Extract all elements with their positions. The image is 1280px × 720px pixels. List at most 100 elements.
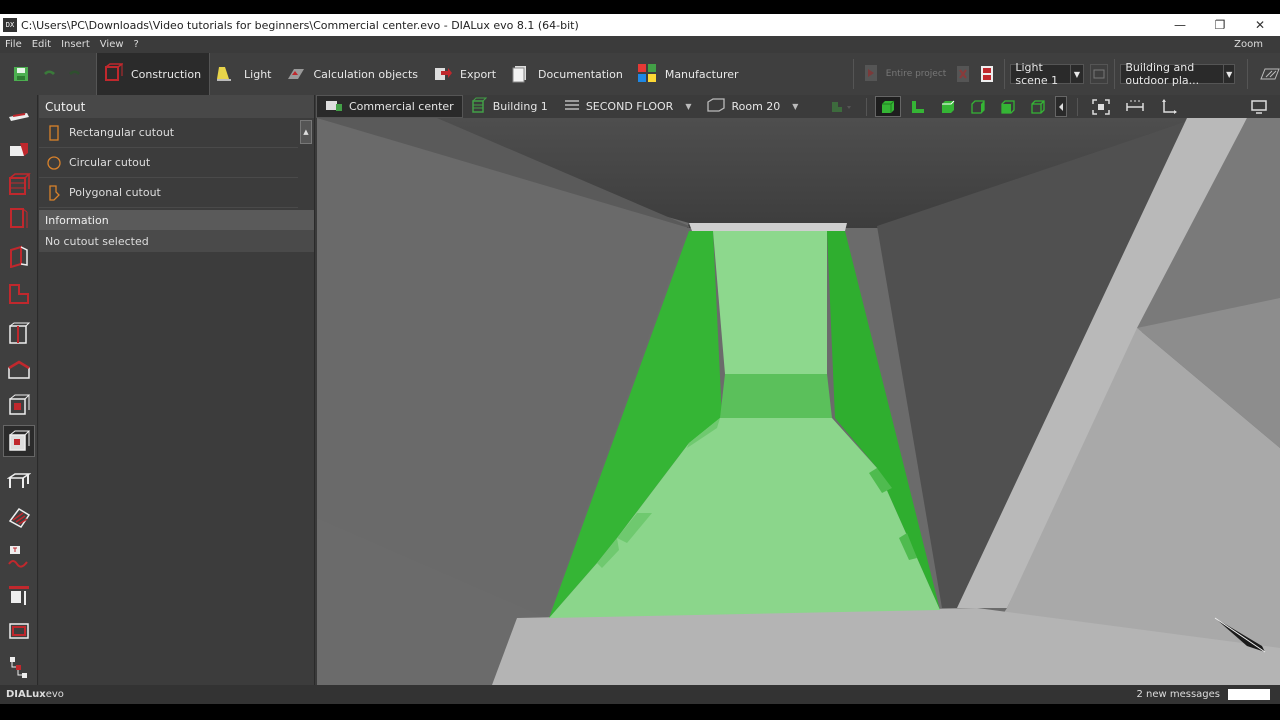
panel-title: Cutout xyxy=(39,95,314,118)
table-furniture-icon[interactable] xyxy=(3,465,35,497)
entire-project-label: Entire project xyxy=(885,69,947,79)
dialux-window: DX C:\Users\PC\Downloads\Video tutorials… xyxy=(0,0,1280,720)
view-front-icon[interactable] xyxy=(995,96,1021,117)
building-plan-dropdown[interactable]: Building and outdoor pla... ▼ xyxy=(1120,61,1236,87)
save-icon[interactable] xyxy=(12,63,30,85)
chevron-left-icon[interactable] xyxy=(1055,96,1068,117)
scroll-up-icon[interactable]: ▲ xyxy=(300,120,312,144)
list-item-polygonal-cutout[interactable]: Polygonal cutout xyxy=(39,178,298,208)
view-top-icon[interactable] xyxy=(935,96,961,117)
construction-label: Construction xyxy=(131,67,202,81)
light-scene-settings-icon[interactable] xyxy=(1089,64,1108,84)
construction-button[interactable]: Construction xyxy=(96,53,211,95)
menu-insert[interactable]: Insert xyxy=(56,39,95,50)
storey-icon[interactable] xyxy=(3,202,35,234)
brand-rest: evo xyxy=(45,689,64,700)
view-l-shape-icon[interactable] xyxy=(905,96,931,117)
window-title: C:\Users\PC\Downloads\Video tutorials fo… xyxy=(21,18,579,32)
wall-icon[interactable] xyxy=(3,317,35,349)
view-wireframe-icon[interactable] xyxy=(1025,96,1051,117)
manufacturer-label: Manufacturer xyxy=(664,67,739,81)
stairs-icon[interactable] xyxy=(3,501,35,533)
luminaire-arrangement-icon[interactable] xyxy=(824,96,858,117)
menu-edit[interactable]: Edit xyxy=(27,39,56,50)
coordinate-axes-icon[interactable] xyxy=(1156,96,1182,117)
frame-icon[interactable] xyxy=(3,615,35,647)
measure-icon[interactable] xyxy=(1122,96,1148,117)
breadcrumb-floor[interactable]: SECOND FLOOR ▼ xyxy=(556,95,700,118)
entire-project-button[interactable]: Entire project xyxy=(858,53,955,95)
dialux-logo: DIALuxevo xyxy=(0,689,64,700)
room-label: Room 20 xyxy=(731,100,781,113)
list-item-label: Rectangular cutout xyxy=(69,126,175,139)
floor-plan-icon[interactable] xyxy=(3,278,35,310)
cutout-tool-icon[interactable] xyxy=(3,425,35,457)
chevron-down-icon: ▼ xyxy=(1223,65,1234,83)
minimize-button[interactable]: — xyxy=(1160,18,1200,32)
documentation-button[interactable]: Documentation xyxy=(504,53,631,95)
roof-icon[interactable] xyxy=(3,353,35,385)
chevron-down-icon: ▼ xyxy=(792,102,799,111)
calculation-icon xyxy=(286,63,306,86)
list-item-circular-cutout[interactable]: Circular cutout xyxy=(39,148,298,178)
calculation-label: Calculation objects xyxy=(313,67,419,81)
export-icon xyxy=(432,63,452,86)
toolbar-divider-4 xyxy=(1247,59,1248,89)
fit-view-icon[interactable] xyxy=(1088,96,1114,117)
calculation-objects-button[interactable]: Calculation objects xyxy=(280,53,427,95)
messages-indicator[interactable] xyxy=(1228,689,1270,700)
menu-view[interactable]: View xyxy=(95,39,129,50)
light-button[interactable]: Light xyxy=(210,53,279,95)
light-scene-dropdown[interactable]: Light scene 1 ▼ xyxy=(1010,61,1084,87)
view-3d-solid-icon[interactable] xyxy=(875,96,902,117)
close-button[interactable]: ✕ xyxy=(1240,18,1280,32)
bottom-letterbox xyxy=(0,704,1280,720)
floor-label: SECOND FLOOR xyxy=(585,100,674,113)
building-plan-value: Building and outdoor pla... xyxy=(1125,61,1200,87)
floor-icon xyxy=(564,98,580,115)
zoom-menu[interactable]: Zoom xyxy=(1234,39,1280,50)
list-item-rectangular-cutout[interactable]: Rectangular cutout xyxy=(39,118,298,148)
viewport-toolbar: Commercial center Building 1 SECOND FLOO… xyxy=(316,95,1280,118)
plane-view-icon[interactable] xyxy=(1260,63,1280,85)
monitor-icon[interactable] xyxy=(1246,96,1272,117)
3d-viewport[interactable] xyxy=(317,118,1280,685)
room-icon[interactable] xyxy=(3,240,35,272)
building-icon[interactable] xyxy=(3,168,35,200)
project-label: Commercial center xyxy=(349,100,454,113)
delete-disabled-icon[interactable] xyxy=(954,63,972,85)
arrow-tool-icon[interactable] xyxy=(3,99,35,131)
redo-icon[interactable] xyxy=(66,63,84,85)
calculate-icon[interactable] xyxy=(978,63,996,85)
building-green-icon xyxy=(471,97,487,116)
entire-project-icon xyxy=(864,64,878,85)
list-item-label: Polygonal cutout xyxy=(69,186,161,199)
undo-icon[interactable] xyxy=(40,63,58,85)
information-text: No cutout selected xyxy=(39,230,314,252)
menu-file[interactable]: File xyxy=(0,39,27,50)
hierarchy-icon[interactable] xyxy=(3,651,35,683)
ceiling-icon[interactable] xyxy=(3,389,35,421)
toolbar-divider-3 xyxy=(1113,59,1115,89)
breadcrumb-room[interactable]: Room 20 ▼ xyxy=(699,95,806,118)
messages-link[interactable]: 2 new messages xyxy=(1136,689,1220,700)
manufacturer-button[interactable]: Manufacturer xyxy=(631,53,747,95)
breadcrumb-project[interactable]: Commercial center xyxy=(316,95,463,118)
title-bar: DX C:\Users\PC\Downloads\Video tutorials… xyxy=(0,14,1280,36)
app-icon: DX xyxy=(3,18,17,32)
export-button[interactable]: Export xyxy=(426,53,504,95)
site-element-icon[interactable] xyxy=(3,133,35,165)
door-window-icon[interactable] xyxy=(3,579,35,611)
rectangle-icon xyxy=(47,124,61,141)
construction-tool-rail xyxy=(0,95,38,685)
project-icon xyxy=(325,98,343,115)
breadcrumb-building[interactable]: Building 1 xyxy=(463,95,556,118)
wave-texture-icon[interactable] xyxy=(3,541,35,573)
cutout-list: Rectangular cutout Circular cutout Polyg… xyxy=(39,118,314,208)
menu-help[interactable]: ? xyxy=(129,39,144,50)
construction-icon xyxy=(103,62,125,86)
view-side-icon[interactable] xyxy=(965,96,991,117)
maximize-button[interactable]: ❐ xyxy=(1200,18,1240,32)
toolbar-divider xyxy=(852,59,854,89)
3d-scene xyxy=(317,118,1280,685)
